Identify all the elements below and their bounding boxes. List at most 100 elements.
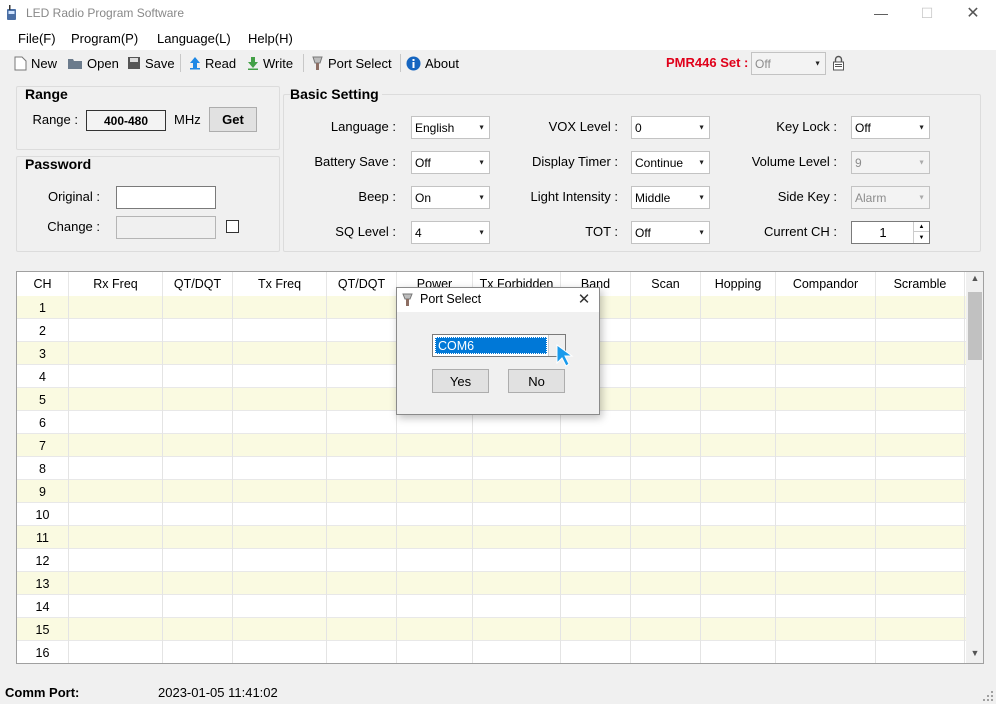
table-cell[interactable]	[69, 595, 163, 618]
table-cell[interactable]	[876, 618, 965, 641]
channel-number-cell[interactable]: 2	[17, 319, 69, 342]
table-cell[interactable]	[69, 641, 163, 663]
sq-level-select[interactable]: 4 ▼	[411, 221, 490, 244]
table-cell[interactable]	[776, 365, 876, 388]
column-header-rx-freq[interactable]: Rx Freq	[69, 272, 163, 296]
channel-number-cell[interactable]: 1	[17, 296, 69, 319]
vox-level-select[interactable]: 0 ▼	[631, 116, 710, 139]
column-header-qt-dqt-rx[interactable]: QT/DQT	[163, 272, 233, 296]
side-key-select[interactable]: Alarm ▼	[851, 186, 930, 209]
scroll-up-icon[interactable]: ▲	[968, 273, 982, 288]
table-cell[interactable]	[233, 411, 327, 434]
table-cell[interactable]	[69, 296, 163, 319]
table-cell[interactable]	[163, 342, 233, 365]
table-cell[interactable]	[327, 526, 397, 549]
port-select-button[interactable]: Port Select	[311, 54, 392, 72]
table-cell[interactable]	[876, 595, 965, 618]
table-cell[interactable]	[327, 641, 397, 663]
table-cell[interactable]	[631, 319, 701, 342]
table-cell[interactable]	[561, 457, 631, 480]
table-cell[interactable]	[473, 549, 561, 572]
light-intensity-select[interactable]: Middle ▼	[631, 186, 710, 209]
table-cell[interactable]	[876, 342, 965, 365]
table-cell[interactable]	[69, 480, 163, 503]
table-cell[interactable]	[473, 572, 561, 595]
channel-number-cell[interactable]: 4	[17, 365, 69, 388]
table-cell[interactable]	[163, 526, 233, 549]
table-cell[interactable]	[397, 480, 473, 503]
new-button[interactable]: New	[14, 54, 57, 72]
table-row[interactable]: 10	[17, 503, 967, 526]
table-cell[interactable]	[233, 641, 327, 663]
column-header-compandor[interactable]: Compandor	[776, 272, 876, 296]
channel-number-cell[interactable]: 11	[17, 526, 69, 549]
yes-button[interactable]: Yes	[432, 369, 489, 393]
table-cell[interactable]	[776, 296, 876, 319]
table-cell[interactable]	[631, 618, 701, 641]
table-cell[interactable]	[163, 503, 233, 526]
table-cell[interactable]	[776, 434, 876, 457]
table-cell[interactable]	[473, 641, 561, 663]
channel-number-cell[interactable]: 3	[17, 342, 69, 365]
table-cell[interactable]	[701, 503, 776, 526]
table-cell[interactable]	[701, 595, 776, 618]
table-cell[interactable]	[327, 503, 397, 526]
table-cell[interactable]	[69, 365, 163, 388]
table-cell[interactable]	[327, 365, 397, 388]
table-row[interactable]: 9	[17, 480, 967, 503]
display-timer-select[interactable]: Continue ▼	[631, 151, 710, 174]
table-cell[interactable]	[876, 434, 965, 457]
table-cell[interactable]	[327, 296, 397, 319]
table-cell[interactable]	[701, 365, 776, 388]
com-port-select[interactable]: COM6	[432, 334, 566, 357]
table-cell[interactable]	[163, 572, 233, 595]
table-cell[interactable]	[701, 572, 776, 595]
table-cell[interactable]	[69, 319, 163, 342]
table-cell[interactable]	[163, 411, 233, 434]
table-cell[interactable]	[701, 549, 776, 572]
table-cell[interactable]	[233, 595, 327, 618]
table-cell[interactable]	[327, 549, 397, 572]
channel-number-cell[interactable]: 9	[17, 480, 69, 503]
table-row[interactable]: 7	[17, 434, 967, 457]
table-cell[interactable]	[561, 641, 631, 663]
table-row[interactable]: 8	[17, 457, 967, 480]
table-cell[interactable]	[327, 411, 397, 434]
table-row[interactable]: 13	[17, 572, 967, 595]
beep-select[interactable]: On ▼	[411, 186, 490, 209]
table-cell[interactable]	[327, 342, 397, 365]
channel-number-cell[interactable]: 14	[17, 595, 69, 618]
channel-number-cell[interactable]: 7	[17, 434, 69, 457]
table-cell[interactable]	[701, 296, 776, 319]
table-cell[interactable]	[327, 434, 397, 457]
channel-number-cell[interactable]: 8	[17, 457, 69, 480]
table-cell[interactable]	[701, 342, 776, 365]
table-cell[interactable]	[876, 319, 965, 342]
table-cell[interactable]	[233, 342, 327, 365]
table-cell[interactable]	[776, 503, 876, 526]
table-cell[interactable]	[776, 457, 876, 480]
stepper-up-icon[interactable]: ▲	[913, 222, 929, 232]
table-cell[interactable]	[776, 526, 876, 549]
table-cell[interactable]	[776, 411, 876, 434]
table-cell[interactable]	[561, 618, 631, 641]
table-cell[interactable]	[561, 549, 631, 572]
table-cell[interactable]	[397, 526, 473, 549]
table-cell[interactable]	[163, 549, 233, 572]
table-cell[interactable]	[631, 457, 701, 480]
column-header-tx-freq[interactable]: Tx Freq	[233, 272, 327, 296]
resize-grip-icon[interactable]	[982, 690, 994, 702]
table-cell[interactable]	[233, 572, 327, 595]
table-cell[interactable]	[561, 434, 631, 457]
table-cell[interactable]	[473, 618, 561, 641]
table-cell[interactable]	[876, 411, 965, 434]
table-cell[interactable]	[397, 572, 473, 595]
table-cell[interactable]	[631, 411, 701, 434]
table-cell[interactable]	[701, 480, 776, 503]
table-cell[interactable]	[876, 457, 965, 480]
lock-icon[interactable]	[832, 55, 845, 71]
table-cell[interactable]	[776, 549, 876, 572]
table-cell[interactable]	[69, 549, 163, 572]
open-button[interactable]: Open	[67, 54, 119, 72]
table-cell[interactable]	[397, 618, 473, 641]
